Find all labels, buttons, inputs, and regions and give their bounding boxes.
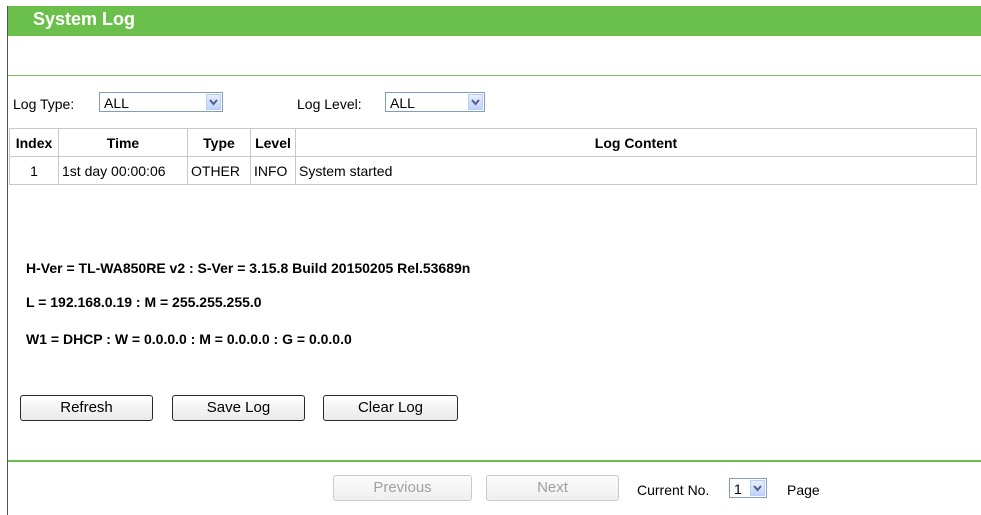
page-title: System Log bbox=[33, 9, 136, 29]
col-header-log-content: Log Content bbox=[295, 128, 977, 157]
next-button[interactable]: Next bbox=[486, 475, 619, 501]
col-header-level: Level bbox=[250, 128, 296, 157]
cell-type: OTHER bbox=[187, 156, 251, 185]
log-level-value: ALL bbox=[390, 95, 415, 111]
title-bar: System Log bbox=[8, 6, 981, 36]
system-log-panel: System Log Log Type: ALL Log Level: ALL … bbox=[7, 6, 981, 515]
cell-time: 1st day 00:00:06 bbox=[58, 156, 188, 185]
clear-log-button[interactable]: Clear Log bbox=[323, 395, 458, 421]
page-label: Page bbox=[787, 482, 820, 498]
lan-info: L = 192.168.0.19 : M = 255.255.255.0 bbox=[26, 294, 262, 310]
header-divider bbox=[8, 75, 981, 76]
page-select-value: 1 bbox=[734, 481, 742, 497]
log-type-value: ALL bbox=[104, 95, 129, 111]
cell-level: INFO bbox=[250, 156, 296, 185]
previous-button[interactable]: Previous bbox=[333, 475, 472, 501]
log-type-label: Log Type: bbox=[13, 96, 75, 112]
page-select[interactable]: 1 bbox=[729, 478, 767, 498]
chevron-down-icon bbox=[206, 94, 221, 110]
hardware-software-version: H-Ver = TL-WA850RE v2 : S-Ver = 3.15.8 B… bbox=[26, 260, 471, 276]
footer-divider bbox=[8, 460, 981, 462]
table-header-row: Index Time Type Level Log Content bbox=[9, 128, 977, 157]
save-log-button[interactable]: Save Log bbox=[172, 395, 305, 421]
chevron-down-icon bbox=[468, 94, 483, 110]
table-row: 1 1st day 00:00:06 OTHER INFO System sta… bbox=[9, 156, 977, 185]
cell-log-content: System started bbox=[295, 156, 977, 185]
refresh-button[interactable]: Refresh bbox=[20, 395, 153, 421]
current-no-label: Current No. bbox=[637, 482, 710, 498]
log-table: Index Time Type Level Log Content 1 1st … bbox=[9, 128, 977, 185]
log-type-select[interactable]: ALL bbox=[99, 92, 223, 112]
col-header-index: Index bbox=[9, 128, 59, 157]
chevron-down-icon bbox=[750, 480, 765, 496]
wan-info: W1 = DHCP : W = 0.0.0.0 : M = 0.0.0.0 : … bbox=[26, 331, 352, 347]
cell-index: 1 bbox=[9, 156, 59, 185]
log-level-select[interactable]: ALL bbox=[385, 92, 485, 112]
col-header-type: Type bbox=[187, 128, 251, 157]
col-header-time: Time bbox=[58, 128, 188, 157]
log-level-label: Log Level: bbox=[297, 96, 362, 112]
